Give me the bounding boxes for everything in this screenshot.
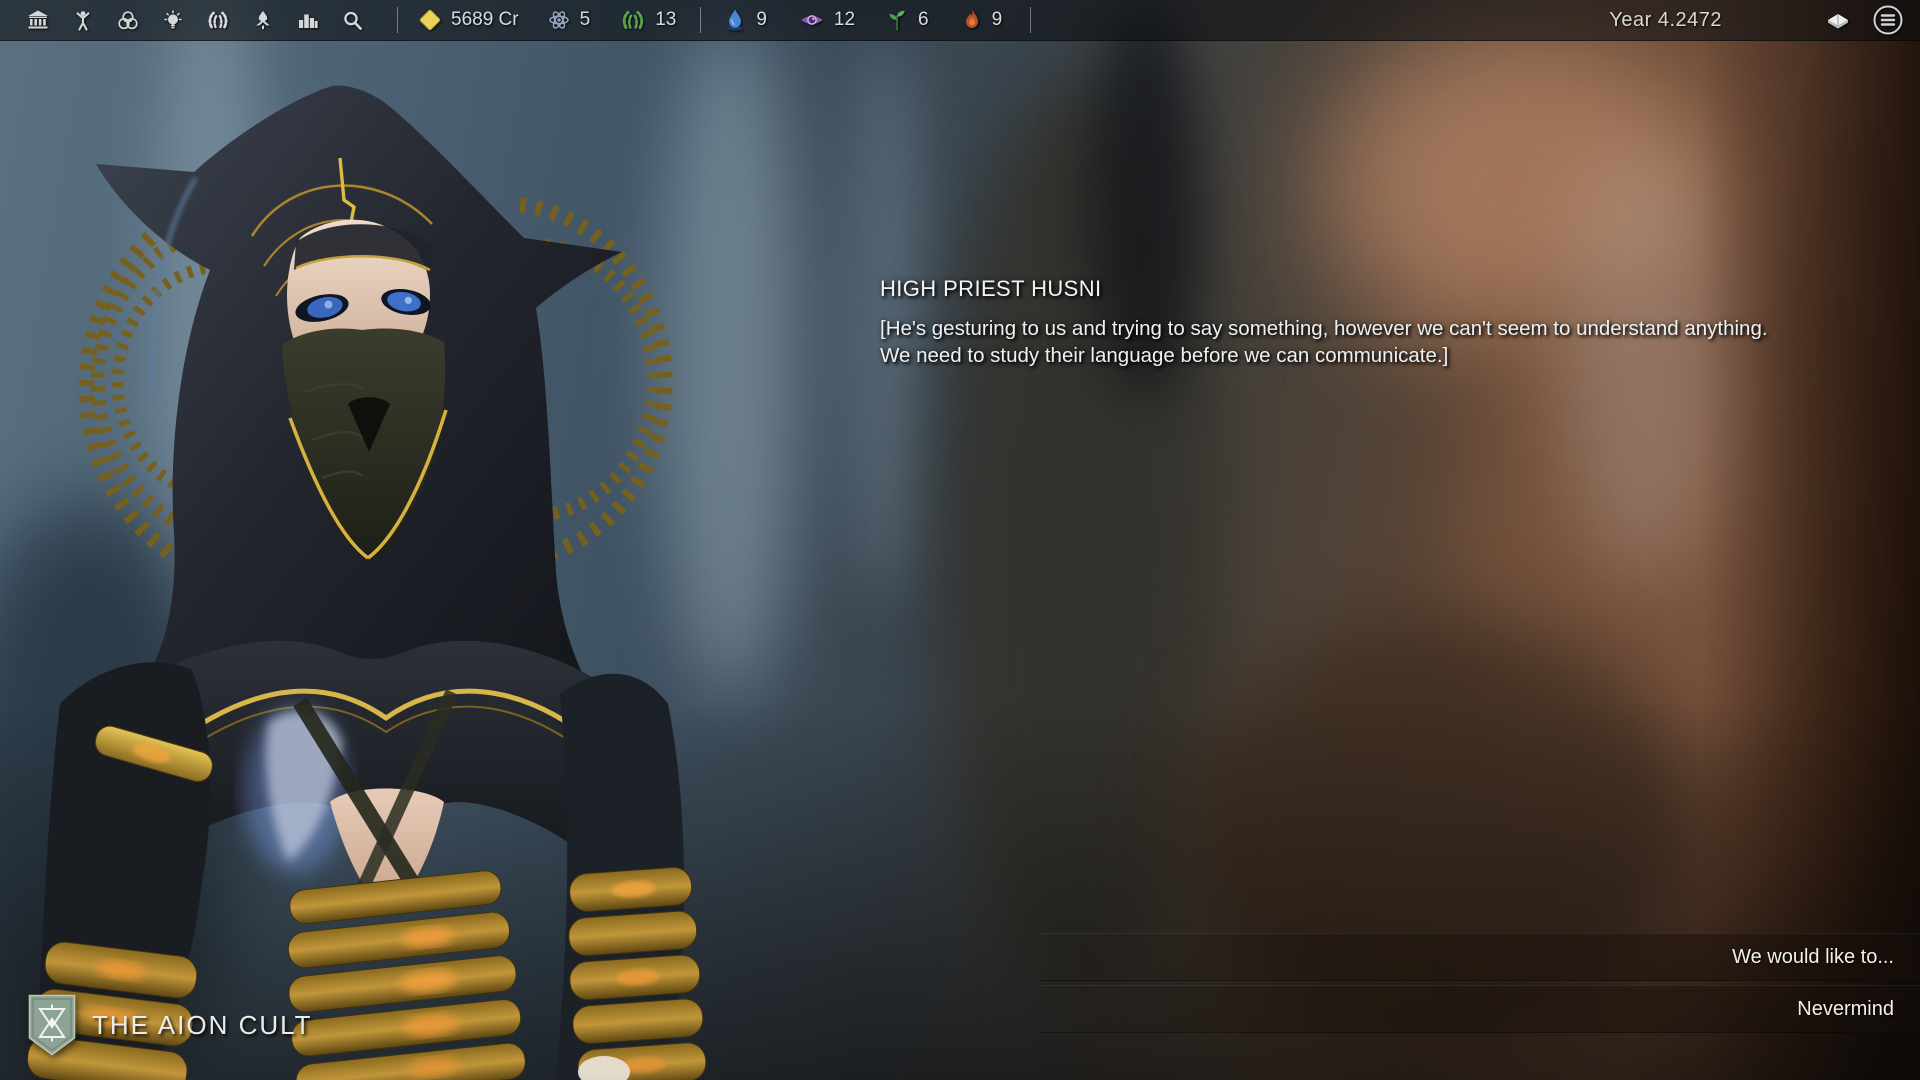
purple-eye-icon	[799, 9, 825, 31]
plant-sprout-icon	[885, 8, 909, 32]
topbar-divider	[700, 7, 701, 33]
resource-flame: 9	[961, 8, 1003, 32]
resource-laurel: 13	[620, 9, 676, 31]
credits-diamond-icon	[418, 8, 442, 32]
option-we-would-like-to[interactable]: We would like to...	[1040, 933, 1920, 981]
codex-button[interactable]	[1814, 0, 1862, 40]
temple-icon	[27, 10, 49, 30]
speaker-name: HIGH PRIEST HUSNI	[880, 276, 1890, 302]
laurels-button[interactable]	[195, 0, 240, 40]
high-priest-portrait	[0, 0, 840, 1080]
resource-water: 9	[723, 8, 767, 32]
resource-atom: 5	[547, 8, 591, 32]
bar-chart-icon	[297, 10, 319, 30]
green-laurel-icon	[620, 9, 646, 31]
flame-value: 9	[992, 9, 1003, 31]
water-value: 9	[756, 9, 767, 31]
search-icon	[342, 10, 364, 31]
ideas-button[interactable]	[150, 0, 195, 40]
laurel-wreath-icon	[206, 10, 230, 30]
statistics-button[interactable]	[285, 0, 330, 40]
trinity-button[interactable]	[105, 0, 150, 40]
faction-plate: THE AION CULT	[28, 994, 313, 1056]
population-button[interactable]	[60, 0, 105, 40]
lightbulb-icon	[162, 10, 184, 31]
year-label: Year 4.2472	[1609, 9, 1722, 32]
dialog-options: We would like to... Nevermind	[1040, 929, 1920, 1033]
codex-book-icon	[1825, 9, 1851, 31]
option-nevermind[interactable]: Nevermind	[1040, 985, 1920, 1033]
search-button[interactable]	[330, 0, 375, 40]
water-drop-icon	[723, 8, 747, 32]
population-figure-icon	[72, 10, 94, 31]
eye-value: 12	[834, 9, 855, 31]
resource-credits: 5689 Cr	[418, 8, 519, 32]
plant-value: 6	[918, 9, 929, 31]
resource-eye: 12	[799, 9, 855, 31]
faction-name: THE AION CULT	[92, 1010, 313, 1041]
spade-tree-icon	[252, 10, 274, 31]
dialog-box: HIGH PRIEST HUSNI [He's gesturing to us …	[880, 276, 1890, 369]
hamburger-menu-icon	[1872, 4, 1904, 36]
temple-button[interactable]	[15, 0, 60, 40]
growth-button[interactable]	[240, 0, 285, 40]
top-bar: 5689 Cr 5 13 9 12	[0, 0, 1920, 41]
triquetra-icon	[117, 10, 139, 31]
belly-armor	[276, 869, 527, 1080]
resource-plant: 6	[885, 8, 929, 32]
dialog-text-line2: We need to study their language before w…	[880, 342, 1890, 369]
main-menu-button[interactable]	[1862, 0, 1914, 40]
dialog-text: [He's gesturing to us and trying to say …	[880, 315, 1890, 369]
laurel-value: 13	[655, 9, 676, 31]
faction-shield-icon[interactable]	[28, 994, 76, 1056]
flame-icon	[961, 8, 983, 32]
topbar-divider	[397, 7, 398, 33]
atom-icon	[547, 8, 571, 32]
topbar-divider	[1030, 7, 1031, 33]
dialog-text-line1: [He's gesturing to us and trying to say …	[880, 315, 1890, 342]
atom-value: 5	[580, 9, 591, 31]
credits-value: 5689 Cr	[451, 9, 519, 31]
